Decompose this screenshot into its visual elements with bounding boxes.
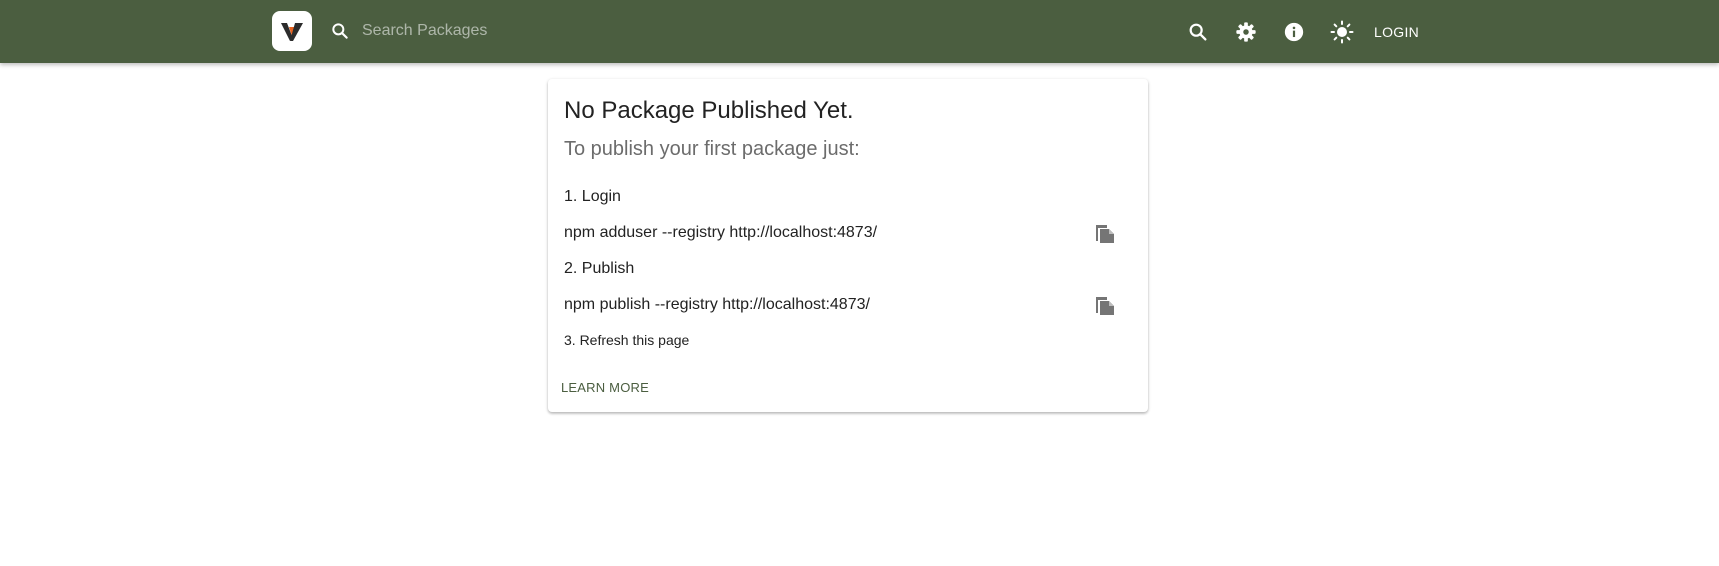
gear-icon bbox=[1236, 21, 1256, 42]
step-publish-label: 2. Publish bbox=[564, 260, 635, 277]
empty-state-card: No Package Published Yet. To publish you… bbox=[548, 79, 1148, 412]
search-icon bbox=[1189, 23, 1207, 41]
logo-icon[interactable] bbox=[272, 11, 312, 51]
header-actions: LOGIN bbox=[1180, 0, 1419, 63]
theme-toggle-button[interactable] bbox=[1324, 14, 1360, 50]
login-button[interactable]: LOGIN bbox=[1374, 24, 1419, 40]
search-input[interactable] bbox=[360, 21, 744, 41]
sun-icon bbox=[1330, 20, 1354, 43]
info-icon bbox=[1284, 22, 1304, 41]
step-login-label: 1. Login bbox=[564, 188, 621, 205]
learn-more-button[interactable]: LEARN MORE bbox=[561, 380, 649, 395]
copy-publish-command-button[interactable] bbox=[1093, 293, 1117, 317]
login-command-text: npm adduser --registry http://localhost:… bbox=[564, 224, 878, 241]
app-header: LOGIN bbox=[0, 0, 1719, 63]
card-subtitle: To publish your first package just: bbox=[564, 138, 860, 160]
copy-icon bbox=[1096, 225, 1114, 243]
info-button[interactable] bbox=[1276, 14, 1312, 50]
settings-button[interactable] bbox=[1228, 14, 1264, 50]
step-refresh-label: 3. Refresh this page bbox=[564, 332, 690, 348]
search-button[interactable] bbox=[1180, 14, 1216, 50]
card-title: No Package Published Yet. bbox=[564, 97, 854, 124]
search-bar bbox=[330, 15, 750, 47]
copy-icon bbox=[1096, 297, 1114, 315]
search-icon bbox=[332, 23, 348, 39]
copy-login-command-button[interactable] bbox=[1093, 221, 1117, 245]
verdaccio-logo-icon bbox=[281, 23, 303, 41]
publish-command-text: npm publish --registry http://localhost:… bbox=[564, 296, 870, 313]
